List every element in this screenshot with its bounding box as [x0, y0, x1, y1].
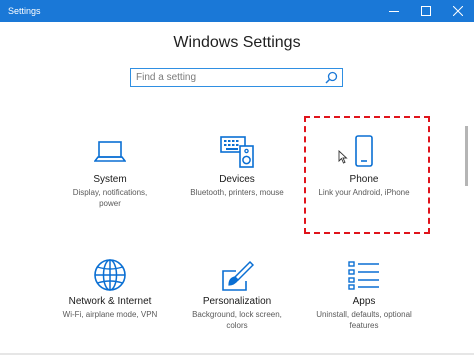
- minimize-button[interactable]: [378, 0, 410, 22]
- list-icon: [348, 261, 379, 290]
- tile-system[interactable]: System Display, notifications, power: [45, 132, 175, 227]
- maximize-button[interactable]: [410, 0, 442, 22]
- tile-apps-name: Apps: [352, 296, 376, 307]
- close-button[interactable]: [442, 0, 474, 22]
- page-title: Windows Settings: [173, 34, 301, 51]
- tile-network[interactable]: Network & Internet Wi-Fi, airplane mode,…: [45, 256, 175, 351]
- keyboard-speaker-icon: [220, 136, 254, 168]
- tile-personalization[interactable]: Personalization Background, lock screen,…: [172, 256, 302, 351]
- paint-brush-icon: [222, 260, 254, 291]
- laptop-icon: [94, 141, 126, 162]
- tile-personalization-name: Personalization: [202, 296, 272, 307]
- globe-icon: [94, 259, 126, 291]
- search-input[interactable]: [136, 69, 318, 86]
- tile-system-name: System: [93, 174, 127, 185]
- title-bar: Settings: [0, 0, 474, 22]
- tile-apps[interactable]: Apps Uninstall, defaults, optional featu…: [299, 256, 429, 351]
- maximize-icon: [421, 6, 431, 16]
- tile-devices-description: Bluetooth, printers, mouse: [190, 188, 284, 197]
- phone-highlight: [304, 116, 430, 234]
- minimize-icon: [389, 11, 399, 12]
- scrollbar-thumb[interactable]: [465, 126, 468, 186]
- close-icon: [453, 6, 463, 16]
- tile-network-name: Network & Internet: [68, 296, 152, 307]
- tile-devices[interactable]: Devices Bluetooth, printers, mouse: [172, 132, 302, 227]
- tile-apps-description: Uninstall, defaults, optional features: [316, 310, 412, 330]
- tile-devices-name: Devices: [219, 174, 255, 185]
- window-title: Settings: [8, 6, 41, 16]
- tile-system-description: Display, notifications, power: [72, 188, 148, 208]
- tile-personalization-description: Background, lock screen, colors: [192, 310, 282, 330]
- search-box[interactable]: [130, 68, 343, 87]
- tile-network-description: Wi-Fi, airplane mode, VPN: [62, 310, 158, 319]
- search-icon[interactable]: [325, 71, 338, 84]
